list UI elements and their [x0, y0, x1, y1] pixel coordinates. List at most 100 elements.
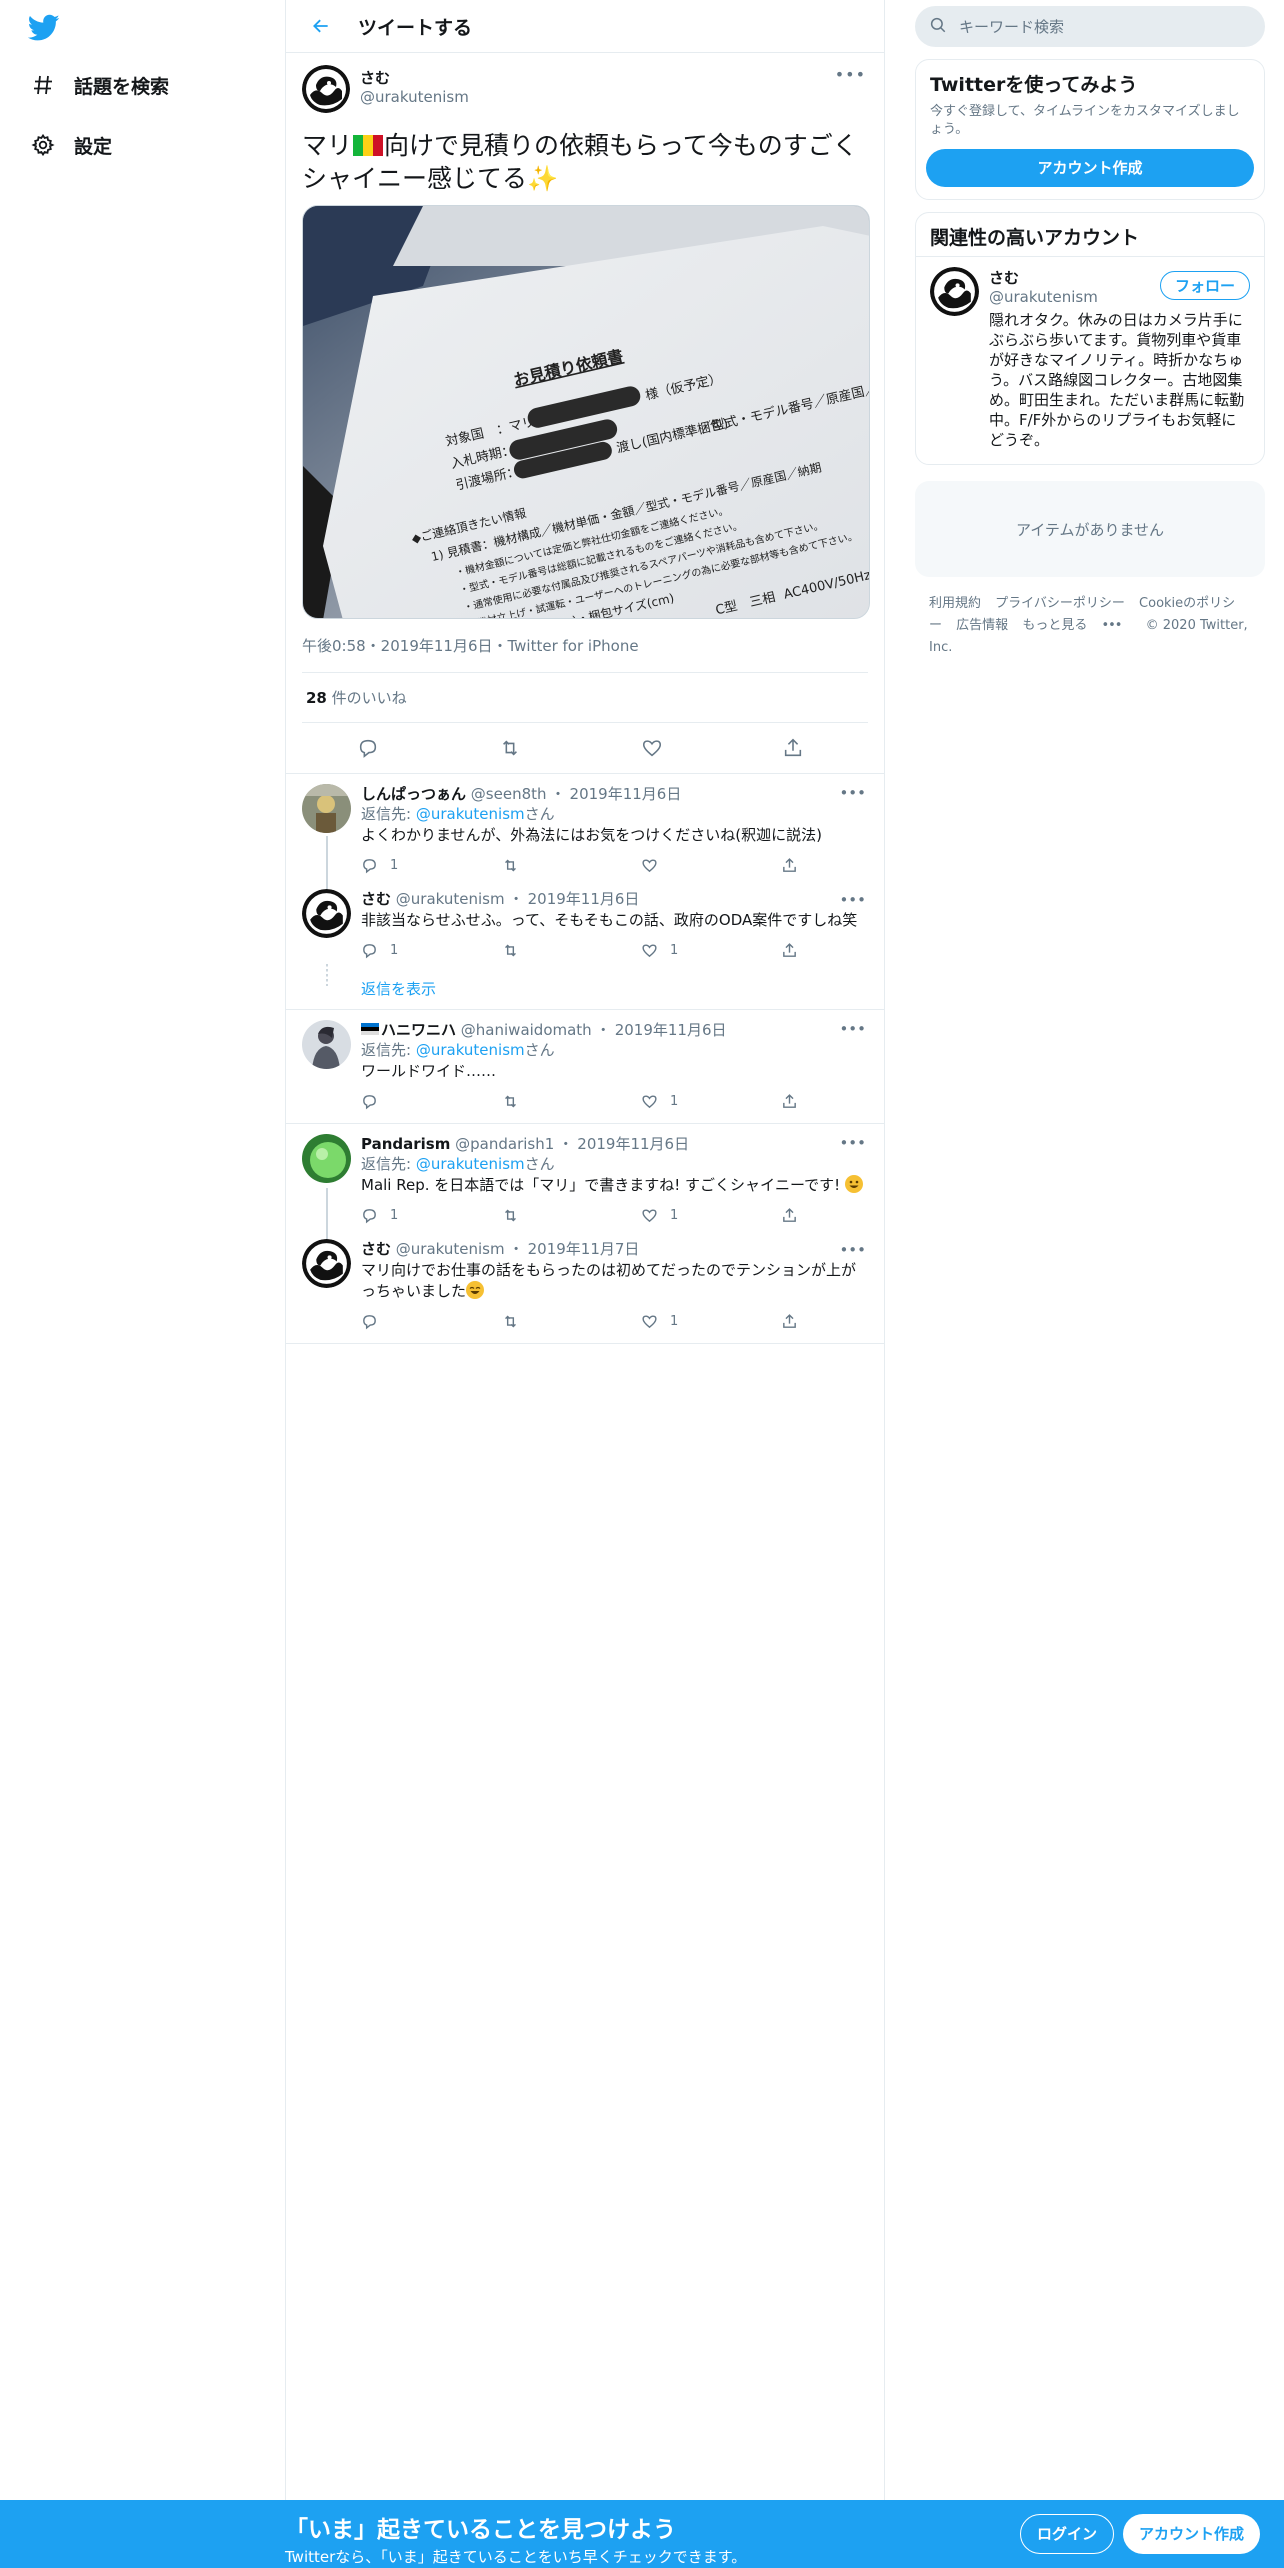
more-options-icon[interactable]: ••• [839, 1241, 866, 1259]
footer-link-ads[interactable]: 広告情報 [956, 618, 1008, 633]
reply-actions: 1 [361, 855, 921, 875]
like-button[interactable]: 1 [641, 1207, 781, 1224]
search-input[interactable] [959, 17, 1219, 36]
show-replies-link[interactable]: 返信を表示 [286, 964, 884, 1010]
login-button[interactable]: ログイン [1020, 2514, 1115, 2554]
reply-icon [363, 1094, 376, 1109]
like-button[interactable]: 1 [641, 1093, 781, 1110]
nav-item-settings[interactable]: 設定 [28, 125, 112, 165]
share-icon [783, 1207, 796, 1222]
reply-author-handle[interactable]: @haniwaidomath [461, 1021, 592, 1039]
avatar[interactable] [302, 1134, 351, 1183]
nav-item-explore[interactable]: 話題を検索 [28, 65, 169, 105]
reply-text: ワールドワイド…… [361, 1062, 497, 1080]
author-handle[interactable]: @urakutenism [360, 88, 469, 106]
more-options-icon[interactable]: ••• [839, 1134, 866, 1152]
reply-button[interactable]: 1 [361, 857, 501, 874]
reply-button[interactable] [357, 737, 389, 759]
reply-date[interactable]: 2019年11月7日 [528, 1240, 640, 1258]
separator-dot: ・ [558, 1135, 574, 1153]
footer-link-privacy[interactable]: プライバシーポリシー [995, 596, 1125, 611]
reply-author-handle[interactable]: @urakutenism [396, 890, 505, 908]
avatar[interactable] [302, 784, 351, 833]
reply-author-name[interactable]: さむ [361, 890, 391, 908]
retweet-icon [505, 859, 516, 871]
reply-icon [363, 858, 376, 873]
like-button[interactable] [641, 857, 781, 874]
reply-button[interactable]: 1 [361, 1207, 501, 1224]
back-arrow-icon[interactable] [306, 11, 336, 41]
author-name[interactable]: さむ [360, 67, 469, 88]
more-options-icon[interactable]: ••• [839, 784, 866, 802]
more-options-icon[interactable]: ••• [839, 1020, 866, 1038]
reply-to-user-link[interactable]: @urakutenism [416, 805, 525, 823]
reply-tweet[interactable]: さむ @urakutenism ・ 2019年11月6日 非該当ならせふせふ。って、… [286, 881, 884, 964]
more-options-icon[interactable]: ••• [839, 891, 866, 909]
share-icon [783, 1093, 796, 1108]
trends-empty-text: アイテムがありません [1015, 520, 1165, 539]
share-button[interactable] [782, 737, 814, 759]
follow-button[interactable]: フォロー [1159, 271, 1250, 300]
footer-link-more[interactable]: もっと見る ••• [1022, 618, 1131, 633]
reply-to-user-link[interactable]: @urakutenism [416, 1041, 525, 1059]
reply-author-name[interactable]: ハニワニハ [381, 1021, 456, 1039]
signup-card: Twitterを使ってみよう 今すぐ登録して、タイムラインをカスタマイズしましょ… [915, 59, 1265, 200]
reply-to-user-link[interactable]: @urakutenism [416, 1155, 525, 1173]
reply-author-name[interactable]: しんぱっつぁん [361, 785, 466, 803]
reply-date[interactable]: 2019年11月6日 [528, 890, 640, 908]
retweet-button[interactable] [501, 942, 641, 959]
twitter-logo-icon[interactable] [27, 14, 62, 44]
signup-button[interactable]: アカウント作成 [1123, 2514, 1261, 2554]
reply-author-handle[interactable]: @seen8th [471, 785, 547, 803]
reply-button[interactable]: 1 [361, 942, 501, 959]
avatar[interactable] [302, 889, 351, 938]
reply-author-name[interactable]: Pandarism [361, 1135, 450, 1153]
share-button[interactable] [781, 942, 921, 959]
reply-to-prefix: 返信先: [361, 805, 416, 823]
reply-button[interactable] [361, 1093, 501, 1110]
reply-tweet[interactable]: ハニワニハ @haniwaidomath ・ 2019年11月6日 返信先: @ur… [286, 1010, 884, 1124]
show-replies-label: 返信を表示 [361, 980, 437, 998]
avatar[interactable] [302, 1239, 351, 1288]
retweet-button[interactable] [498, 737, 532, 759]
retweet-button[interactable] [501, 1207, 641, 1224]
share-button[interactable] [781, 1313, 921, 1330]
search-box[interactable] [915, 6, 1265, 47]
reply-actions: 1 1 [361, 1205, 921, 1225]
likes-summary[interactable]: 28 件のいいね [302, 673, 868, 723]
reply-author-handle[interactable]: @pandarish1 [455, 1135, 554, 1153]
reply-tweet[interactable]: しんぱっつぁん @seen8th ・ 2019年11月6日 返信先: @urakut… [286, 774, 884, 900]
retweet-button[interactable] [501, 1313, 641, 1330]
reply-author-handle[interactable]: @urakutenism [396, 1240, 505, 1258]
like-button[interactable] [641, 737, 673, 759]
reply-actions: 1 1 [361, 940, 921, 960]
share-button[interactable] [781, 1093, 921, 1110]
share-button[interactable] [781, 857, 921, 874]
reply-tweet[interactable]: Pandarism @pandarish1 ・ 2019年11月6日 返信先: @u… [286, 1124, 884, 1244]
tweet-photo[interactable]: お見積り依頼書 対象国 ：マリ共和国 様（仮予定） 入札時期： 引渡場所： 渡し… [302, 205, 870, 619]
grinning-emoji-icon [466, 1281, 485, 1299]
reply-date[interactable]: 2019年11月6日 [570, 785, 682, 803]
tweet-timestamp[interactable]: 午後0:58・2019年11月6日・Twitter for iPhone [302, 635, 868, 673]
retweet-button[interactable] [501, 857, 641, 874]
reply-date[interactable]: 2019年11月6日 [615, 1021, 727, 1039]
create-account-button[interactable]: アカウント作成 [926, 149, 1254, 187]
reply-date[interactable]: 2019年11月6日 [577, 1135, 689, 1153]
like-button[interactable]: 1 [641, 942, 781, 959]
avatar[interactable] [930, 267, 979, 316]
like-button[interactable]: 1 [641, 1313, 781, 1330]
footer-link-terms[interactable]: 利用規約 [929, 596, 981, 611]
share-button[interactable] [781, 1207, 921, 1224]
likes-label: 件のいいね [326, 689, 407, 707]
tweet-author-row: さむ @urakutenism ••• [302, 65, 868, 115]
related-account[interactable]: さむ @urakutenism 隠れオタク。休みの日はカメラ片手にぶらぶら歩いて… [916, 256, 1264, 464]
more-options-icon[interactable]: ••• [835, 65, 866, 84]
retweet-button[interactable] [501, 1093, 641, 1110]
smiley-emoji-icon [844, 1175, 863, 1193]
avatar[interactable] [302, 65, 350, 113]
avatar[interactable] [302, 1020, 351, 1069]
reply-author-name[interactable]: さむ [361, 1240, 391, 1258]
reply-button[interactable] [361, 1313, 501, 1330]
reply-tweet[interactable]: さむ @urakutenism ・ 2019年11月7日 マリ向けでお仕事の話をもら… [286, 1231, 884, 1344]
retweet-icon [505, 944, 516, 956]
